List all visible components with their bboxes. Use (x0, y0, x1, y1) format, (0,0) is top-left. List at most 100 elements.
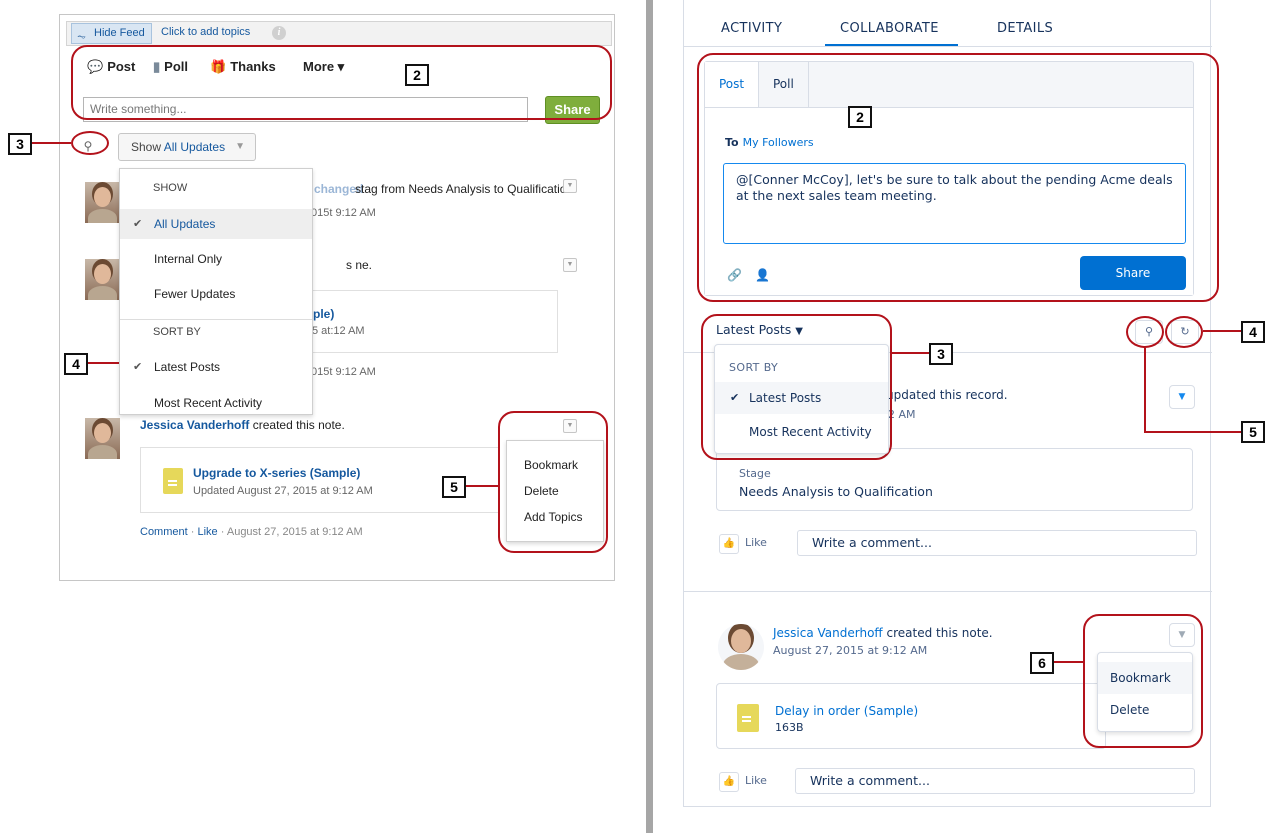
feed-topbar: ⏦ Hide Feed Click to add topics i (66, 21, 612, 46)
callout-label: 5 (442, 476, 466, 498)
avatar[interactable] (85, 259, 120, 300)
sort-dropdown[interactable]: Latest Posts ▼ (716, 322, 803, 337)
tab-details[interactable]: DETAILS (997, 21, 1053, 36)
hide-feed-label: Hide Feed (94, 27, 145, 39)
menu-item-bookmark[interactable]: Bookmark (1098, 662, 1192, 694)
avatar[interactable] (85, 182, 120, 223)
menu-item-latest-posts[interactable]: ✔ Latest Posts (120, 352, 312, 382)
add-topics-link[interactable]: Click to add topics (161, 26, 250, 38)
menu-item-internal-only[interactable]: Internal Only (120, 244, 312, 274)
recipient-link[interactable]: My Followers (743, 136, 814, 149)
share-button[interactable]: Share (545, 96, 600, 124)
menu-item-delete[interactable]: Delete (524, 484, 559, 498)
attachment-card[interactable]: Delay in order (Sample) 163B (716, 683, 1106, 749)
menu-item-add-topics[interactable]: Add Topics (524, 510, 582, 524)
feed-item-time: 015t 9:12 AM (311, 366, 376, 378)
lightning-feed-panel: ACTIVITY COLLABORATE DETAILS Post Poll T… (683, 0, 1212, 807)
menu-item-latest-posts[interactable]: ✔ Latest Posts (715, 382, 888, 414)
callout-leader (1144, 348, 1146, 432)
comment-input[interactable]: Write a comment... (797, 530, 1197, 556)
mention-user-icon[interactable]: 👤 (755, 268, 770, 282)
recipient-line: To My Followers (725, 136, 814, 149)
callout-label: 3 (929, 343, 953, 365)
chevron-down-icon[interactable]: ▼ (563, 419, 577, 433)
feed-item-time: August 27, 2015 at 9:12 AM (226, 526, 363, 538)
chevron-down-icon[interactable]: ▼ (1169, 623, 1195, 647)
author-link[interactable]: Jessica Vanderhoff (140, 418, 249, 432)
like-link[interactable]: Like (197, 526, 217, 538)
attachment-title[interactable]: ple) (313, 307, 334, 321)
menu-item-all-updates[interactable]: ✔ All Updates (120, 209, 312, 239)
menu-item-delete[interactable]: Delete (1098, 694, 1192, 726)
publisher-tab-poll[interactable]: ▮ Poll (153, 59, 188, 75)
feed-item-time: 2 AM (888, 408, 916, 421)
feed-item-text: f updated this record. (878, 388, 1008, 402)
publisher-tab-thanks[interactable]: 🎁 Thanks (210, 59, 276, 75)
search-icon[interactable]: ⚲ (77, 139, 99, 157)
caret-down-icon: ▼ (795, 326, 803, 337)
thumbs-up-icon: 👍 (719, 772, 739, 792)
publisher-tab-post[interactable]: Post (705, 62, 760, 107)
callout-leader (1144, 431, 1241, 433)
chevron-down-icon[interactable]: ▼ (563, 258, 577, 272)
publisher-body: To My Followers @[Conner McCoy], let's be… (705, 107, 1193, 295)
feed-item-text: Jessica Vanderhoff created this note. (140, 418, 345, 432)
attachment-size: 163B (775, 721, 804, 734)
publisher-tab-post[interactable]: 💬 Post (87, 59, 135, 75)
comment-link[interactable]: Comment (140, 526, 188, 538)
share-button[interactable]: Share (1080, 256, 1186, 290)
callout-leader (1054, 661, 1083, 663)
note-icon (737, 704, 759, 732)
callout-label: 4 (1241, 321, 1265, 343)
sort-menu: SORT BY ✔ Latest Posts Most Recent Activi… (714, 344, 889, 454)
checkmark-icon: ✔ (133, 361, 143, 373)
info-icon[interactable]: i (272, 26, 286, 40)
attachment-title[interactable]: Delay in order (Sample) (775, 704, 918, 718)
hide-feed-button[interactable]: ⏦ Hide Feed (71, 23, 152, 44)
tab-collaborate[interactable]: COLLABORATE (840, 21, 939, 36)
menu-item-most-recent-activity[interactable]: Most Recent Activity (120, 388, 312, 418)
callout-leader (32, 142, 71, 144)
pulse-icon: ⏦ (77, 31, 86, 43)
avatar[interactable] (718, 624, 764, 670)
avatar[interactable] (85, 418, 120, 459)
callout-label: 4 (64, 353, 88, 375)
checkmark-icon: ✔ (133, 218, 143, 230)
publisher-tab-poll[interactable]: Poll (759, 62, 809, 107)
tab-activity[interactable]: ACTIVITY (721, 21, 782, 36)
field-label: Stage (739, 467, 771, 480)
menu-section-header: SORT BY (729, 361, 779, 374)
comment-input[interactable]: Write a comment... (795, 768, 1195, 794)
menu-section-header: SHOW (153, 182, 188, 194)
callout-leader (466, 485, 498, 487)
attachment-time: Updated August 27, 2015 at 9:12 AM (193, 485, 373, 497)
menu-item-fewer-updates[interactable]: Fewer Updates (120, 279, 312, 309)
attachment-time: 5 at:12 AM (312, 325, 365, 337)
like-button[interactable]: 👍 Like (719, 534, 767, 554)
paperclip-icon[interactable]: 🔗 (727, 268, 742, 282)
bar-chart-icon: ▮ (153, 59, 161, 74)
callout-label: 2 (405, 64, 429, 86)
publisher-tab-more[interactable]: More ▾ (303, 59, 344, 75)
show-filter-menu: SHOW ✔ All Updates Internal Only Fewer Up… (119, 168, 313, 415)
like-button[interactable]: 👍 Like (719, 772, 767, 792)
callout-label: 6 (1030, 652, 1054, 674)
menu-item-most-recent-activity[interactable]: Most Recent Activity (715, 416, 888, 448)
chevron-down-icon[interactable]: ▼ (1169, 385, 1195, 409)
chevron-down-icon[interactable]: ▼ (563, 179, 577, 193)
author-link[interactable]: Jessica Vanderhoff (773, 626, 883, 640)
attachment-title[interactable]: Upgrade to X-series (Sample) (193, 466, 360, 480)
post-textarea[interactable]: @[Conner McCoy], let's be sure to talk a… (723, 163, 1186, 244)
thumbs-up-icon: 👍 (719, 534, 739, 554)
note-icon (163, 468, 183, 494)
show-filter-dropdown[interactable]: Show All Updates ▼ (118, 133, 256, 161)
search-icon[interactable]: ⚲ (1135, 320, 1163, 344)
feed-item-action-menu: Bookmark Delete Add Topics (506, 440, 604, 542)
callout-label: 3 (8, 133, 32, 155)
callout-leader (88, 362, 121, 364)
field-change-card: Stage Needs Analysis to Qualification (716, 448, 1193, 511)
post-input[interactable]: Write something... (83, 97, 528, 122)
menu-item-bookmark[interactable]: Bookmark (524, 458, 578, 472)
checkmark-icon: ✔ (730, 391, 740, 404)
refresh-icon[interactable]: ↻ (1171, 320, 1199, 344)
